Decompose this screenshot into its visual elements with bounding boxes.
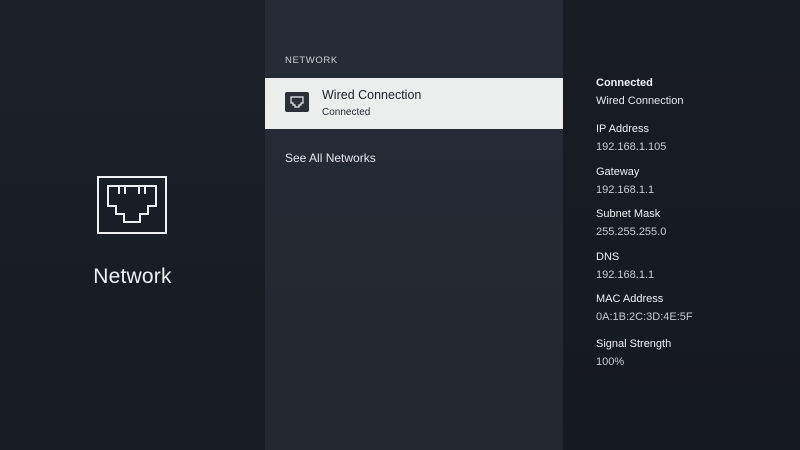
detail-gateway: Gateway 192.168.1.1	[596, 165, 654, 197]
detail-label: MAC Address	[596, 293, 664, 305]
detail-label: Signal Strength	[596, 338, 672, 350]
detail-dns: DNS 192.168.1.1	[596, 250, 654, 282]
detail-value: 192.168.1.105	[596, 141, 667, 153]
network-details-panel: Connected Wired Connection IP Address 19…	[563, 0, 800, 450]
detail-label: Connected	[596, 77, 653, 89]
detail-connected: Connected Wired Connection	[596, 76, 683, 108]
detail-value: 0A:1B:2C:3D:4E:5F	[596, 311, 693, 323]
detail-value: 255.255.255.0	[596, 226, 667, 238]
wired-connection-item[interactable]: Wired Connection Connected	[265, 78, 563, 129]
network-list-panel: NETWORK Wired Connection Connected See A…	[265, 0, 563, 450]
detail-mac-address: MAC Address 0A:1B:2C:3D:4E:5F	[596, 292, 693, 324]
settings-screen: Network NETWORK Wired Connection Connect…	[0, 0, 800, 450]
category-panel: Network	[0, 0, 265, 450]
connection-name: Wired Connection	[322, 88, 422, 102]
detail-label: Gateway	[596, 166, 640, 178]
detail-value: 192.168.1.1	[596, 269, 655, 281]
detail-label: DNS	[596, 251, 620, 263]
see-all-networks-link[interactable]: See All Networks	[285, 151, 376, 165]
detail-signal-strength: Signal Strength 100%	[596, 337, 671, 369]
detail-ip-address: IP Address 192.168.1.105	[596, 122, 666, 154]
page-title: Network	[93, 265, 172, 288]
ethernet-port-icon	[97, 176, 167, 234]
detail-label: Subnet Mask	[596, 208, 661, 220]
detail-subnet-mask: Subnet Mask 255.255.255.0	[596, 207, 666, 239]
detail-value: 100%	[596, 356, 625, 368]
detail-value: 192.168.1.1	[596, 184, 655, 196]
section-header: NETWORK	[285, 55, 338, 66]
detail-value: Wired Connection	[596, 95, 684, 107]
connection-status: Connected	[322, 107, 371, 118]
ethernet-port-icon	[285, 92, 309, 112]
detail-label: IP Address	[596, 123, 649, 135]
